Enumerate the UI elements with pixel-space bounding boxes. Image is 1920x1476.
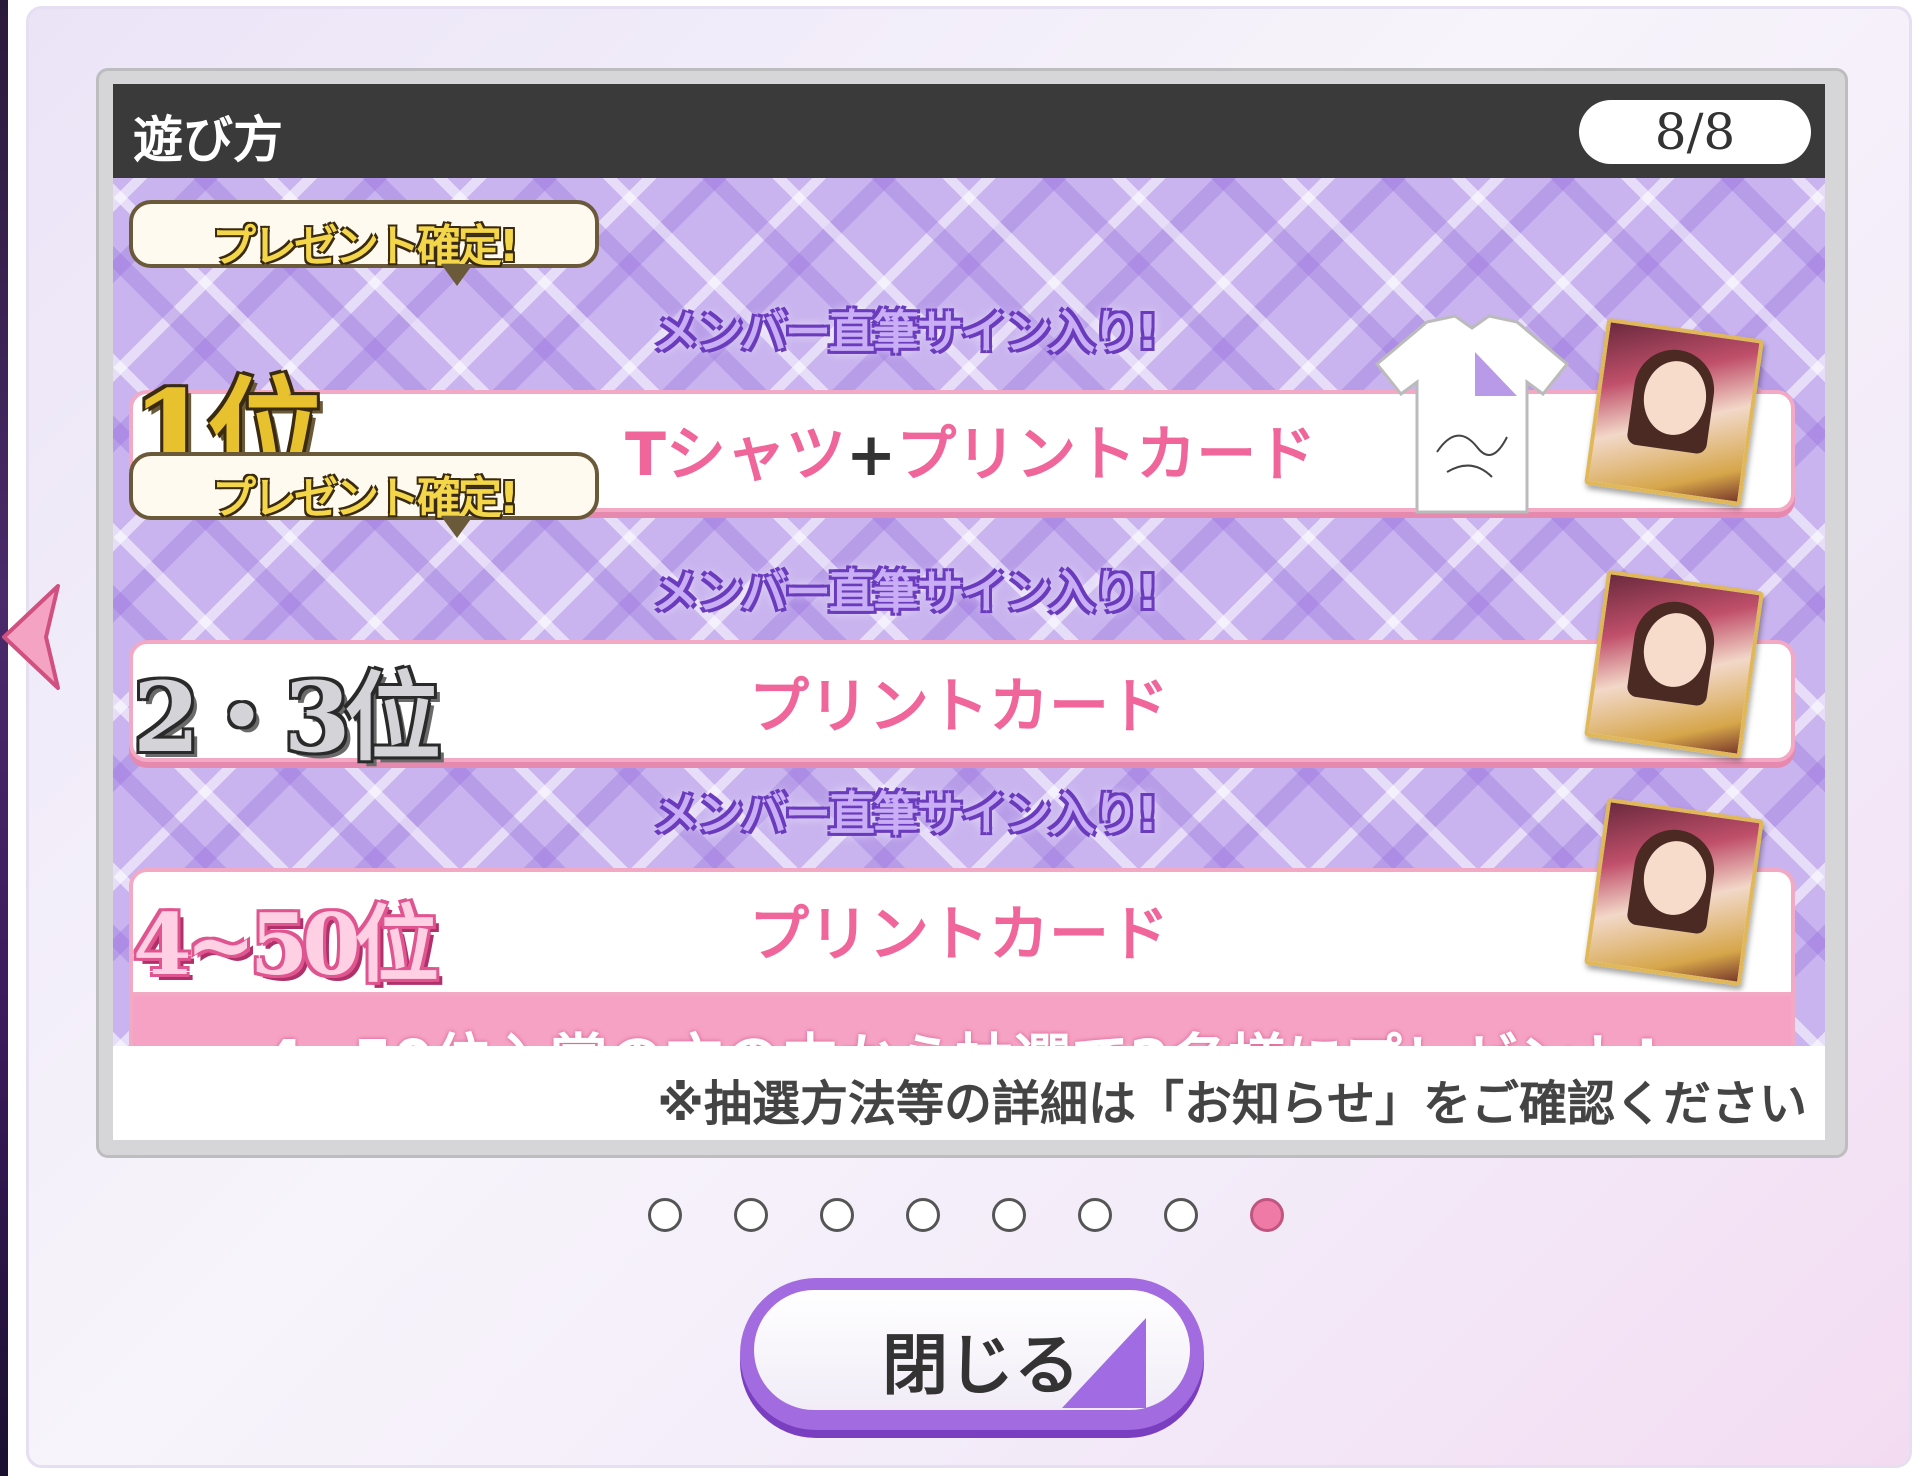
confirmed-badge-1-text: プレゼント確定! — [211, 221, 519, 272]
rank-4-50-label: 4~50位 — [133, 895, 439, 994]
badge-tail-2 — [441, 516, 473, 538]
prize-1-text: Tシャツ+プリントカード — [625, 406, 1316, 493]
autograph-label-1: メンバー直筆サイン入り! — [653, 305, 1158, 359]
confirmed-badge-2: プレゼント確定! — [129, 452, 599, 524]
page-dot-7[interactable] — [1164, 1198, 1198, 1232]
rank-2-3-label: 2・3位 — [133, 661, 441, 774]
prize-area: 1位 メンバー直筆サイン入り! Tシャツ+プリントカード プレゼント確定! 2・… — [113, 178, 1825, 1102]
close-button-label: 閉じる — [882, 1327, 1080, 1404]
autograph-label-2: メンバー直筆サイン入り! — [653, 565, 1158, 619]
footer-note: ※抽選方法等の詳細は「お知らせ」をご確認ください — [113, 1046, 1825, 1140]
page-indicator: 8/8 — [1579, 100, 1811, 164]
print-card-label: プリントカード — [896, 420, 1317, 490]
footer-note-text: ※抽選方法等の詳細は「お知らせ」をご確認ください — [657, 1076, 1807, 1132]
print-card-image-1 — [1584, 317, 1764, 507]
close-button-face: 閉じる — [754, 1290, 1190, 1410]
autograph-label-3: メンバー直筆サイン入り! — [653, 787, 1158, 841]
confirmed-badge-2-text: プレゼント確定! — [211, 473, 519, 524]
prize-2-text: プリントカード — [749, 672, 1169, 742]
panel-header: 遊び方 8/8 — [113, 84, 1825, 178]
background-edge — [0, 0, 8, 1476]
triangle-logo-icon — [1062, 1318, 1146, 1408]
page-dot-2[interactable] — [734, 1198, 768, 1232]
page-dot-5[interactable] — [992, 1198, 1026, 1232]
plus-sign: + — [845, 420, 897, 490]
print-card-image-3 — [1584, 797, 1764, 987]
page-dot-1[interactable] — [648, 1198, 682, 1232]
previous-page-arrow[interactable] — [0, 582, 60, 692]
page-dot-8-active[interactable] — [1250, 1198, 1284, 1232]
confirmed-badge-1: プレゼント確定! — [129, 200, 599, 272]
tshirt-image — [1374, 314, 1570, 514]
close-button[interactable]: 閉じる — [740, 1278, 1204, 1430]
prize-3-text: プリントカード — [749, 900, 1169, 970]
page-dot-6[interactable] — [1078, 1198, 1112, 1232]
tshirt-label: Tシャツ — [625, 420, 846, 490]
print-card-image-2 — [1584, 569, 1764, 759]
page-dot-3[interactable] — [820, 1198, 854, 1232]
instruction-panel: 遊び方 8/8 1位 メンバー直筆サイン入り! Tシャツ+プリントカード プレゼ… — [113, 84, 1825, 1140]
badge-tail-1 — [441, 264, 473, 286]
page-dot-4[interactable] — [906, 1198, 940, 1232]
panel-title: 遊び方 — [133, 111, 283, 169]
